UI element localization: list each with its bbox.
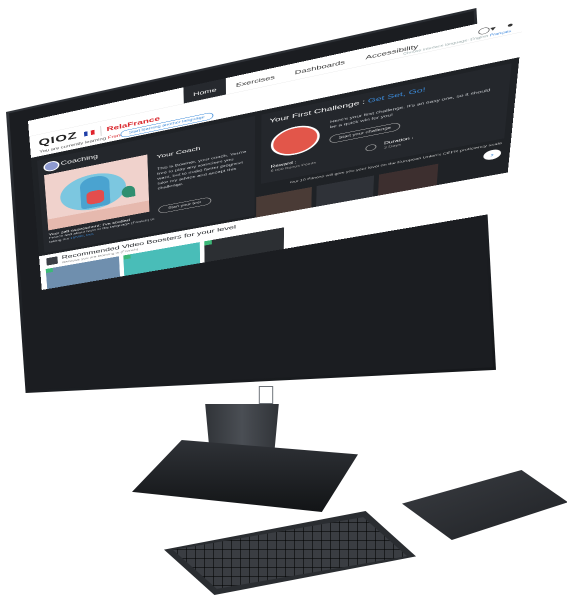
coach-avatar: [43, 160, 60, 173]
monitor-stand-base: [132, 440, 358, 512]
plant-shape: [121, 185, 135, 199]
user-icon[interactable]: ●: [507, 20, 514, 29]
level-tag: [204, 240, 212, 246]
trackpad: [402, 470, 567, 540]
level-tag: [123, 254, 130, 259]
chevron-right-icon[interactable]: ›: [483, 148, 502, 161]
duration-block: Duration : 3 Days: [384, 135, 414, 149]
french-flag-icon: [84, 130, 95, 137]
start-test-button[interactable]: Start your test: [158, 197, 211, 214]
video-icon: [46, 256, 58, 265]
divider: [100, 126, 101, 136]
reward-block: Reward : 5 000 Bonus Points: [271, 156, 317, 173]
level-tag: [46, 268, 53, 273]
imac-scene: Home Exercises Dashboards Accessibility …: [0, 0, 567, 597]
your-coach-heading: Your Coach: [156, 146, 200, 160]
challenge-badge: [271, 122, 320, 160]
clock-icon: [365, 144, 376, 152]
